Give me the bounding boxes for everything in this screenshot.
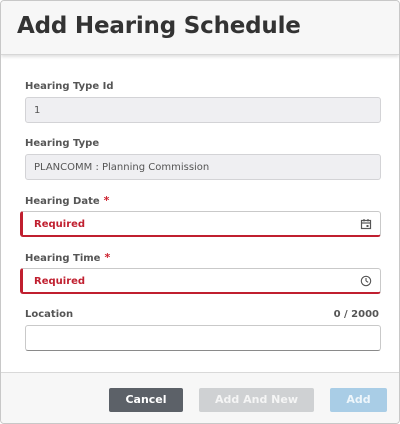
cancel-button[interactable]: Cancel [109, 388, 183, 412]
dialog-title: Add Hearing Schedule [17, 13, 301, 39]
hearing-date-label: Hearing Date * [25, 194, 109, 207]
calendar-icon[interactable] [360, 218, 372, 230]
hearing-time-input[interactable]: Required [20, 268, 381, 294]
hearing-type-field: PLANCOMM : Planning Commission [25, 154, 381, 180]
hearing-type-id-label: Hearing Type Id [25, 81, 114, 92]
location-char-counter: 0 / 2000 [333, 309, 379, 320]
hearing-time-label: Hearing Time * [25, 251, 110, 264]
hearing-date-error-text: Required [34, 219, 86, 230]
location-input[interactable] [25, 325, 381, 351]
add-and-new-button[interactable]: Add And New [199, 388, 314, 412]
add-button[interactable]: Add [330, 388, 387, 412]
hearing-type-id-field: 1 [25, 97, 381, 123]
dialog-footer: Cancel Add And New Add [1, 372, 399, 423]
hearing-type-label: Hearing Type [25, 138, 100, 149]
required-indicator: * [103, 194, 110, 207]
hearing-date-input[interactable]: Required [20, 211, 381, 237]
required-indicator: * [104, 251, 111, 264]
location-label: Location [25, 309, 74, 320]
hearing-date-label-text: Hearing Date [25, 196, 100, 207]
add-hearing-schedule-dialog: Add Hearing Schedule Hearing Type Id 1 H… [0, 0, 400, 424]
hearing-time-label-text: Hearing Time [25, 253, 101, 264]
clock-icon[interactable] [360, 275, 372, 287]
dialog-header: Add Hearing Schedule [1, 1, 399, 55]
hearing-time-error-text: Required [34, 276, 86, 287]
